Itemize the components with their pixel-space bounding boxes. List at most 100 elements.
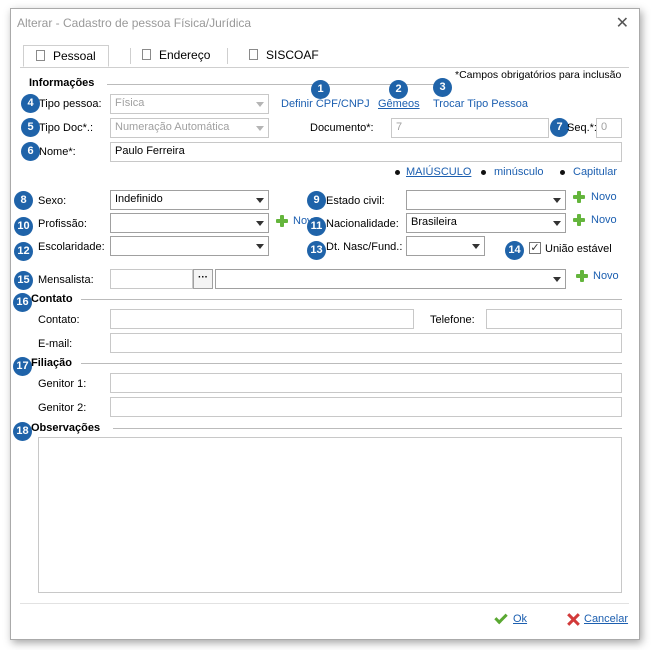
- dt-nasc-label: Dt. Nasc/Fund.:: [326, 241, 403, 253]
- tab-separator: [130, 48, 131, 64]
- sexo-select[interactable]: Indefinido: [110, 190, 269, 210]
- radio-minusculo[interactable]: [481, 170, 486, 175]
- dialog-window: Alterar - Cadastro de pessoa Física/Jurí…: [10, 8, 640, 640]
- chevron-down-icon: [256, 126, 264, 131]
- badge-18: 18: [13, 422, 32, 441]
- badge-14: 14: [505, 241, 524, 260]
- section-contato: Contato: [31, 293, 73, 305]
- chevron-down-icon: [256, 221, 264, 226]
- badge-10: 10: [14, 217, 33, 236]
- nome-input[interactable]: Paulo Ferreira: [110, 142, 622, 162]
- tipo-pessoa-label: Tipo pessoa:: [39, 98, 102, 110]
- mensalista-label: Mensalista:: [38, 274, 94, 286]
- chevron-down-icon: [553, 198, 561, 203]
- section-rule: [81, 299, 622, 300]
- gemeos-link[interactable]: Gêmeos: [378, 98, 420, 110]
- title-bar: Alterar - Cadastro de pessoa Física/Jurí…: [11, 9, 639, 37]
- sexo-value: Indefinido: [115, 193, 163, 205]
- chevron-down-icon: [256, 198, 264, 203]
- section-rule: [113, 428, 622, 429]
- tipo-pessoa-value: Física: [115, 97, 145, 109]
- email-input[interactable]: [110, 333, 622, 353]
- profissao-label: Profissão:: [38, 218, 87, 230]
- tipo-doc-value: Numeração Automática: [115, 121, 230, 133]
- tab-separator: [227, 48, 228, 64]
- page-icon: [249, 49, 258, 60]
- genitor1-input[interactable]: [110, 373, 622, 393]
- close-icon[interactable]: ✕: [616, 13, 629, 33]
- cancel-icon: [567, 613, 580, 626]
- window-title: Alterar - Cadastro de pessoa Física/Jurí…: [17, 16, 252, 30]
- radio-maiusculo[interactable]: [395, 170, 400, 175]
- badge-2: 2: [389, 80, 408, 99]
- tipo-doc-select[interactable]: Numeração Automática: [110, 118, 269, 138]
- tipo-doc-label: Tipo Doc*.:: [39, 122, 94, 134]
- ok-button[interactable]: Ok: [513, 613, 527, 625]
- novo-estado-civil-link[interactable]: Novo: [591, 191, 617, 203]
- tabs-baseline: [20, 67, 629, 68]
- add-icon[interactable]: [576, 270, 588, 282]
- capitular-option[interactable]: Capitular: [573, 166, 617, 178]
- maiusculo-option[interactable]: MAIÚSCULO: [406, 166, 471, 178]
- chevron-down-icon: [472, 244, 480, 249]
- novo-mensalista-link[interactable]: Novo: [593, 270, 619, 282]
- mensalista-code-input[interactable]: [110, 269, 193, 289]
- trocar-tipo-pessoa-link[interactable]: Trocar Tipo Pessoa: [433, 98, 528, 110]
- badge-16: 16: [13, 293, 32, 312]
- badge-3: 3: [433, 78, 452, 97]
- uniao-estavel-label: União estável: [545, 243, 612, 255]
- observacoes-textarea[interactable]: [38, 437, 622, 593]
- section-observacoes: Observações: [31, 422, 101, 434]
- telefone-label: Telefone:: [430, 314, 475, 326]
- chevron-down-icon: [553, 221, 561, 226]
- genitor1-label: Genitor 1:: [38, 378, 87, 390]
- escolaridade-label: Escolaridade:: [38, 241, 105, 253]
- nacionalidade-label: Nacionalidade:: [326, 218, 399, 230]
- badge-9: 9: [307, 191, 326, 210]
- footer-divider: [20, 603, 629, 604]
- sexo-label: Sexo:: [38, 195, 67, 207]
- badge-11: 11: [307, 217, 326, 236]
- chevron-down-icon: [256, 102, 264, 107]
- section-rule: [81, 363, 622, 364]
- definir-cpf-cnpj-link[interactable]: Definir CPF/CNPJ: [281, 98, 370, 110]
- cancel-button[interactable]: Cancelar: [584, 613, 628, 625]
- section-informacoes: Informações: [29, 77, 95, 89]
- add-icon[interactable]: [573, 191, 585, 203]
- badge-15: 15: [14, 271, 33, 290]
- profissao-select[interactable]: [110, 213, 269, 233]
- page-icon: [36, 50, 45, 61]
- escolaridade-select[interactable]: [110, 236, 269, 256]
- email-label: E-mail:: [38, 338, 73, 350]
- documento-label: Documento*:: [310, 122, 374, 134]
- badge-4: 4: [21, 94, 40, 113]
- chevron-down-icon: [553, 277, 561, 282]
- telefone-input[interactable]: [486, 309, 622, 329]
- badge-5: 5: [21, 118, 40, 137]
- nome-label: Nome*:: [39, 146, 76, 158]
- add-icon[interactable]: [573, 214, 585, 226]
- minusculo-option[interactable]: minúsculo: [494, 166, 544, 178]
- dt-nasc-select[interactable]: [406, 236, 485, 256]
- mensalista-search-button[interactable]: ···: [193, 269, 213, 289]
- uniao-estavel-checkbox[interactable]: ✓: [529, 242, 541, 254]
- estado-civil-select[interactable]: [406, 190, 566, 210]
- contato-input[interactable]: [110, 309, 414, 329]
- badge-17: 17: [13, 357, 32, 376]
- add-icon[interactable]: [276, 215, 288, 227]
- nacionalidade-select[interactable]: Brasileira: [406, 213, 566, 233]
- seq-input[interactable]: 0: [596, 118, 622, 138]
- badge-13: 13: [307, 241, 326, 260]
- genitor2-input[interactable]: [110, 397, 622, 417]
- documento-input[interactable]: 7: [391, 118, 549, 138]
- tipo-pessoa-select[interactable]: Física: [110, 94, 269, 114]
- section-filiacao: Filiação: [31, 357, 72, 369]
- novo-nacionalidade-link[interactable]: Novo: [591, 214, 617, 226]
- genitor2-label: Genitor 2:: [38, 402, 87, 414]
- badge-6: 6: [21, 142, 40, 161]
- tab-pessoal[interactable]: Pessoal: [23, 45, 109, 67]
- radio-capitular[interactable]: [560, 170, 565, 175]
- seq-label: Seq.*:: [567, 122, 597, 134]
- mensalista-select[interactable]: [215, 269, 566, 289]
- nacionalidade-value: Brasileira: [411, 216, 457, 228]
